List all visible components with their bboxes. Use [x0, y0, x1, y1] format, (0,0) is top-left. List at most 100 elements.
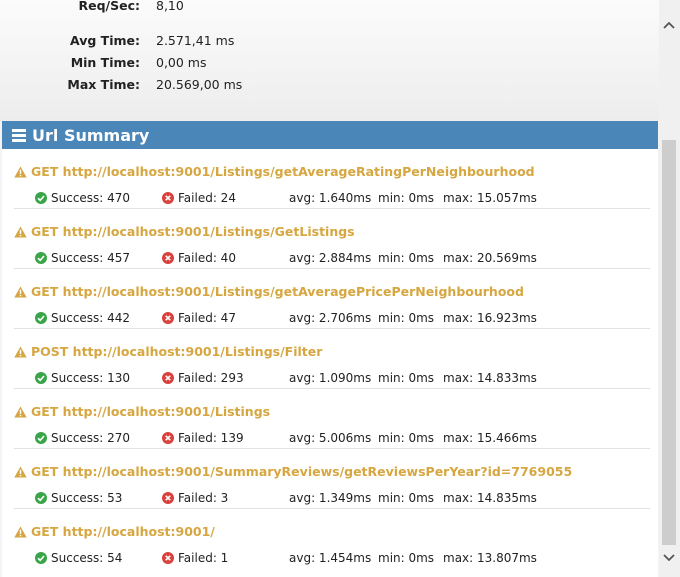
stat-value: 8,10: [156, 0, 184, 13]
min-text: min: 0ms: [378, 551, 435, 565]
url-title: GET http://localhost:9001/SummaryReviews…: [14, 464, 572, 479]
avg-text: avg: 1.349ms: [289, 491, 372, 505]
scroll-up-icon[interactable]: [663, 20, 675, 30]
stat-min-time: Min Time: 0,00 ms: [0, 55, 660, 75]
avg-time: avg: 1.640ms: [289, 191, 371, 205]
url-title: GET http://localhost:9001/Listings/getAv…: [14, 284, 524, 299]
success-count: Success: 442: [35, 311, 130, 325]
x-circle-icon: [162, 552, 174, 564]
failed-count: Failed: 3: [162, 491, 228, 505]
success-count: Success: 470: [35, 191, 130, 205]
url-title-text: GET http://localhost:9001/SummaryReviews…: [31, 464, 573, 479]
min-text: min: 0ms: [378, 431, 435, 445]
max-text: max: 14.835ms: [443, 491, 537, 505]
max-time: max: 14.835ms: [443, 491, 537, 505]
min-time: min: 0ms: [378, 191, 434, 205]
url-summary-item: GET http://localhost:9001/Listings/getAv…: [2, 269, 658, 329]
stat-label: Max Time:: [67, 77, 140, 92]
x-circle-icon: [162, 192, 174, 204]
url-summary-header[interactable]: Url Summary: [2, 121, 658, 149]
min-time: min: 0ms: [378, 431, 434, 445]
failed-text: Failed: 47: [178, 311, 236, 325]
url-title: POST http://localhost:9001/Listings/Filt…: [14, 344, 322, 359]
success-text: Success: 442: [51, 311, 131, 325]
avg-time: avg: 1.349ms: [289, 491, 371, 505]
url-title: GET http://localhost:9001/Listings/GetLi…: [14, 224, 355, 239]
x-circle-icon: [162, 492, 174, 504]
max-time: max: 16.923ms: [443, 311, 537, 325]
failed-text: Failed: 139: [178, 431, 244, 445]
stat-max-time: Max Time: 20.569,00 ms: [0, 77, 660, 97]
failed-text: Failed: 3: [178, 491, 229, 505]
warning-icon: [14, 466, 27, 477]
url-title-text: GET http://localhost:9001/Listings: [31, 404, 271, 419]
url-title-text: GET http://localhost:9001/Listings/getAv…: [31, 284, 524, 299]
max-text: max: 15.057ms: [443, 191, 537, 205]
min-text: min: 0ms: [378, 191, 435, 205]
avg-time: avg: 2.884ms: [289, 251, 371, 265]
check-circle-icon: [35, 192, 47, 204]
failed-count: Failed: 1: [162, 551, 228, 565]
warning-icon: [14, 526, 27, 537]
warning-icon: [14, 406, 27, 417]
min-time: min: 0ms: [378, 491, 434, 505]
max-text: max: 15.466ms: [443, 431, 537, 445]
min-time: min: 0ms: [378, 371, 434, 385]
x-circle-icon: [162, 372, 174, 384]
avg-time: avg: 5.006ms: [289, 431, 371, 445]
failed-text: Failed: 1: [178, 551, 229, 565]
url-title: GET http://localhost:9001/Listings/getAv…: [14, 164, 535, 179]
avg-text: avg: 5.006ms: [289, 431, 372, 445]
url-title-text: GET http://localhost:9001/Listings/GetLi…: [31, 224, 355, 239]
success-count: Success: 457: [35, 251, 130, 265]
success-text: Success: 130: [51, 371, 131, 385]
scrollbar-thumb[interactable]: [662, 140, 676, 545]
failed-count: Failed: 40: [162, 251, 236, 265]
avg-text: avg: 2.706ms: [289, 311, 372, 325]
min-text: min: 0ms: [378, 371, 435, 385]
check-circle-icon: [35, 372, 47, 384]
max-time: max: 15.057ms: [443, 191, 537, 205]
url-summary-item: POST http://localhost:9001/Listings/Filt…: [2, 329, 658, 389]
x-circle-icon: [162, 432, 174, 444]
stat-value: 2.571,41 ms: [156, 33, 235, 48]
stat-label: Req/Sec:: [78, 0, 140, 13]
url-summary-item: GET http://localhost:9001/Listings/GetLi…: [2, 209, 658, 269]
menu-icon: [12, 129, 26, 142]
stats-panel: Req/Sec: 8,10 Avg Time: 2.571,41 ms Min …: [0, 0, 660, 121]
failed-text: Failed: 24: [178, 191, 236, 205]
url-summary-item: GET http://localhost:9001/Listings/getAv…: [2, 149, 658, 209]
check-circle-icon: [35, 552, 47, 564]
failed-count: Failed: 139: [162, 431, 244, 445]
max-time: max: 14.833ms: [443, 371, 537, 385]
avg-text: avg: 1.090ms: [289, 371, 372, 385]
avg-time: avg: 1.454ms: [289, 551, 371, 565]
avg-text: avg: 1.640ms: [289, 191, 372, 205]
stat-value: 0,00 ms: [156, 55, 207, 70]
url-summary-list: GET http://localhost:9001/Listings/getAv…: [2, 149, 658, 577]
success-count: Success: 130: [35, 371, 130, 385]
vertical-scrollbar[interactable]: [659, 0, 680, 577]
url-title: GET http://localhost:9001/Listings: [14, 404, 270, 419]
success-text: Success: 53: [51, 491, 123, 505]
url-title-text: GET http://localhost:9001/Listings/getAv…: [31, 164, 535, 179]
url-summary-item: GET http://localhost:9001/SummaryReviews…: [2, 449, 658, 509]
success-count: Success: 54: [35, 551, 122, 565]
x-circle-icon: [162, 312, 174, 324]
max-text: max: 20.569ms: [443, 251, 537, 265]
check-circle-icon: [35, 432, 47, 444]
max-time: max: 15.466ms: [443, 431, 537, 445]
avg-time: avg: 1.090ms: [289, 371, 371, 385]
max-text: max: 14.833ms: [443, 371, 537, 385]
stat-label: Avg Time:: [70, 33, 140, 48]
max-time: max: 20.569ms: [443, 251, 537, 265]
success-count: Success: 270: [35, 431, 130, 445]
warning-icon: [14, 226, 27, 237]
failed-count: Failed: 24: [162, 191, 236, 205]
stat-label: Min Time:: [70, 55, 140, 70]
scroll-down-icon[interactable]: [663, 553, 675, 563]
failed-text: Failed: 40: [178, 251, 236, 265]
success-text: Success: 470: [51, 191, 131, 205]
min-text: min: 0ms: [378, 251, 435, 265]
min-text: min: 0ms: [378, 311, 435, 325]
